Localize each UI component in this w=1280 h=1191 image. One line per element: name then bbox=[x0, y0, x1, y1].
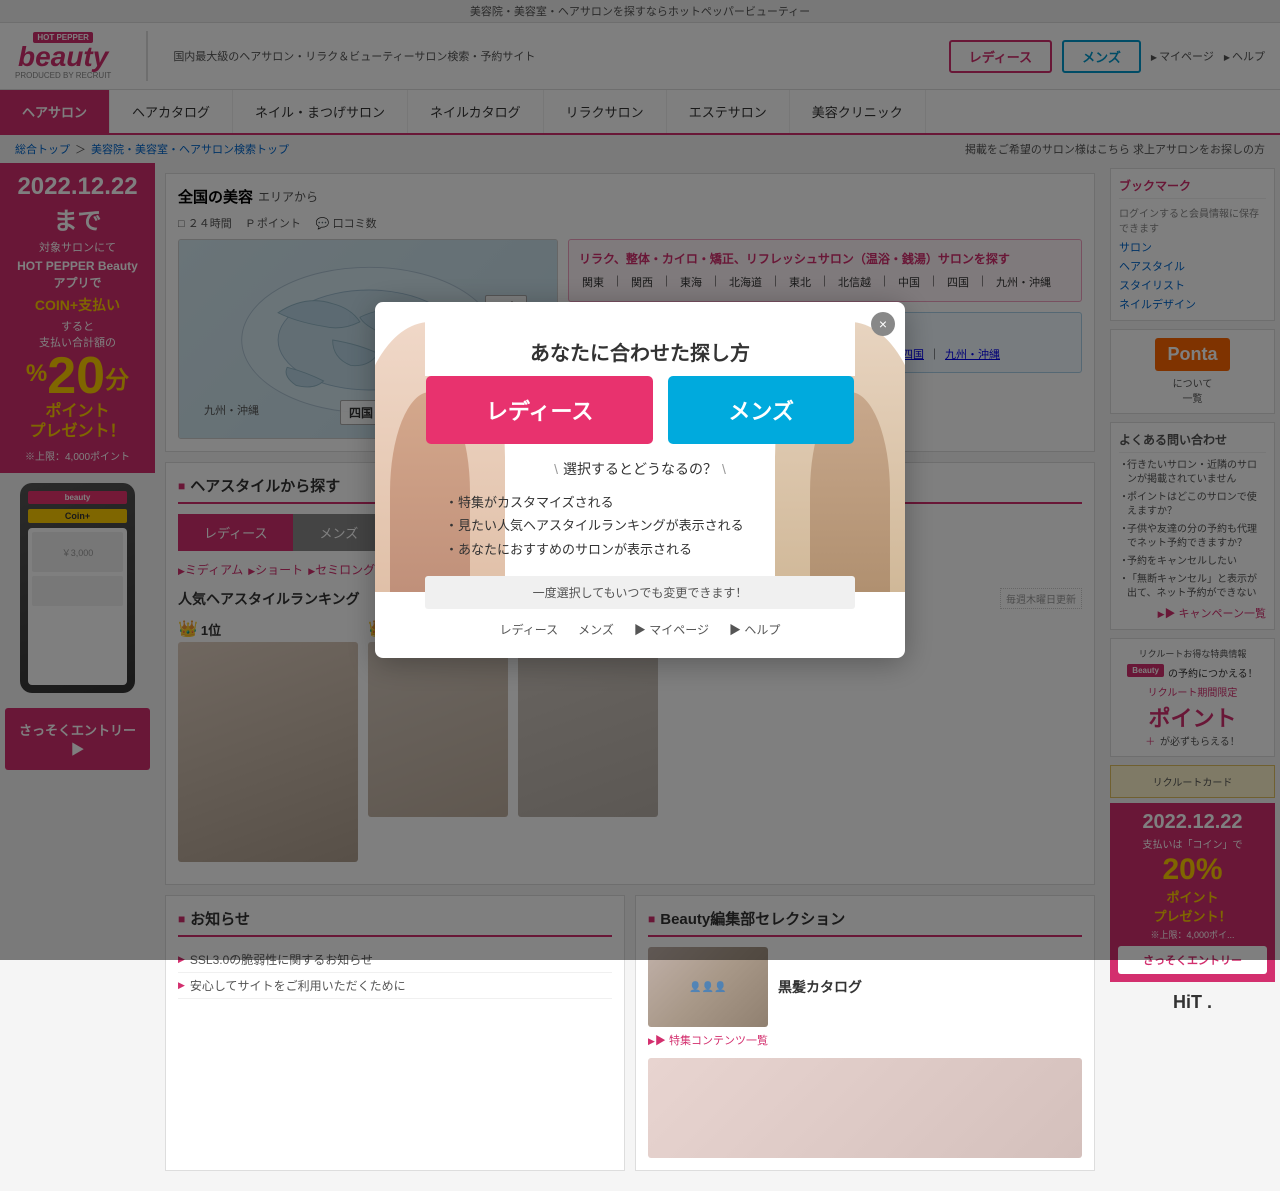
modal-ladies-button[interactable]: レディース bbox=[426, 376, 653, 444]
hit-text: HiT . bbox=[1110, 982, 1275, 1023]
additional-photo bbox=[648, 1058, 1082, 1158]
modal: × あなたに合わせた探し方 レディース メンズ 選択するとどうなるの？ 特集がカ… bbox=[375, 302, 905, 658]
modal-footer-mens[interactable]: メンズ bbox=[578, 621, 614, 638]
modal-select-label: 選択するとどうなるの？ bbox=[425, 459, 855, 479]
selection-title: 黒髪カタログ bbox=[778, 977, 862, 997]
modal-footer-mypage[interactable]: ▶ マイページ bbox=[634, 621, 709, 638]
modal-feature-2: 見たい人気ヘアスタイルランキングが表示される bbox=[445, 514, 855, 537]
photo-label: 👤👤👤 bbox=[689, 982, 726, 993]
selection-info: 黒髪カタログ bbox=[778, 977, 862, 997]
modal-title: あなたに合わせた探し方 bbox=[425, 337, 855, 366]
modal-overlay[interactable]: × あなたに合わせた探し方 レディース メンズ 選択するとどうなるの？ 特集がカ… bbox=[0, 0, 1280, 960]
modal-feature-1: 特集がカスタマイズされる bbox=[445, 491, 855, 514]
modal-note: 一度選択してもいつでも変更できます！ bbox=[425, 576, 855, 609]
modal-footer-ladies[interactable]: レディース bbox=[500, 621, 559, 638]
modal-close-button[interactable]: × bbox=[871, 312, 895, 336]
modal-features-list: 特集がカスタマイズされる 見たい人気ヘアスタイルランキングが表示される あなたに… bbox=[425, 491, 855, 561]
modal-mens-button[interactable]: メンズ bbox=[668, 376, 854, 444]
modal-footer-help[interactable]: ▶ ヘルプ bbox=[729, 621, 780, 638]
modal-footer-links: レディース メンズ ▶ マイページ ▶ ヘルプ bbox=[425, 621, 855, 638]
modal-feature-3: あなたにおすすめのサロンが表示される bbox=[445, 538, 855, 561]
more-link[interactable]: ▶ 特集コンテンツ一覧 bbox=[648, 1032, 1082, 1048]
notice-item-1[interactable]: 安心してサイトをご利用いただくために bbox=[178, 973, 612, 999]
